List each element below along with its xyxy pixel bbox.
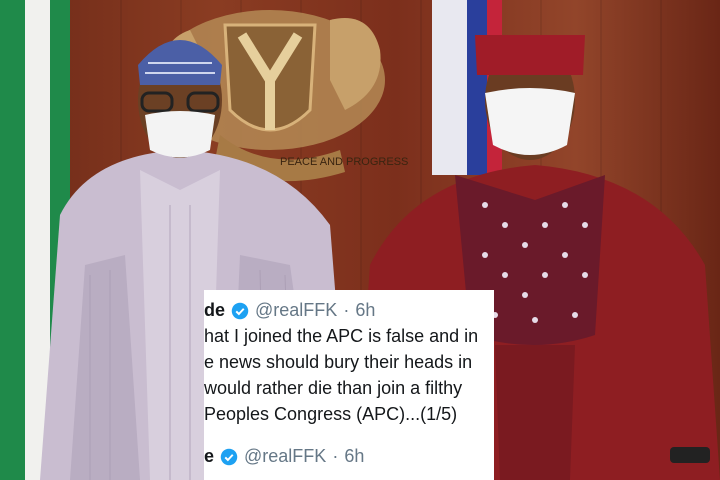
tweet-1-handle[interactable]: @realFFK — [255, 300, 337, 321]
tweet-1-line-1: hat I joined the APC is false and in — [204, 326, 479, 346]
tweet-1-separator: · — [343, 300, 350, 320]
tweet-1-line-4: Peoples Congress (APC)...(1/5) — [204, 404, 458, 424]
tweet-2-timestamp[interactable]: 6h — [344, 446, 364, 467]
tweet-1-line-2: e news should bury their heads in — [204, 352, 473, 372]
tweet-2-separator: · — [332, 446, 339, 466]
tweet-screenshot-overlay: de @realFFK · 6h hat I joined the APC is… — [204, 290, 494, 480]
tweet-1-header: de @realFFK · 6h — [204, 300, 375, 321]
tweet-1-author-name: de — [204, 300, 226, 320]
tweet-1-timestamp[interactable]: 6h — [355, 300, 375, 321]
photo-scene: PEACE AND PROGRESS de @realFFK · 6h hat … — [0, 0, 720, 480]
verified-badge-icon — [231, 302, 249, 319]
tweet-1-line-3: would rather die than join a filthy — [204, 378, 463, 398]
tweet-2-author-name: e — [204, 446, 215, 466]
tweet-2-handle[interactable]: @realFFK — [244, 446, 326, 467]
tweet-2-header: e @realFFK · 6h — [204, 446, 364, 467]
verified-badge-icon — [220, 448, 238, 465]
